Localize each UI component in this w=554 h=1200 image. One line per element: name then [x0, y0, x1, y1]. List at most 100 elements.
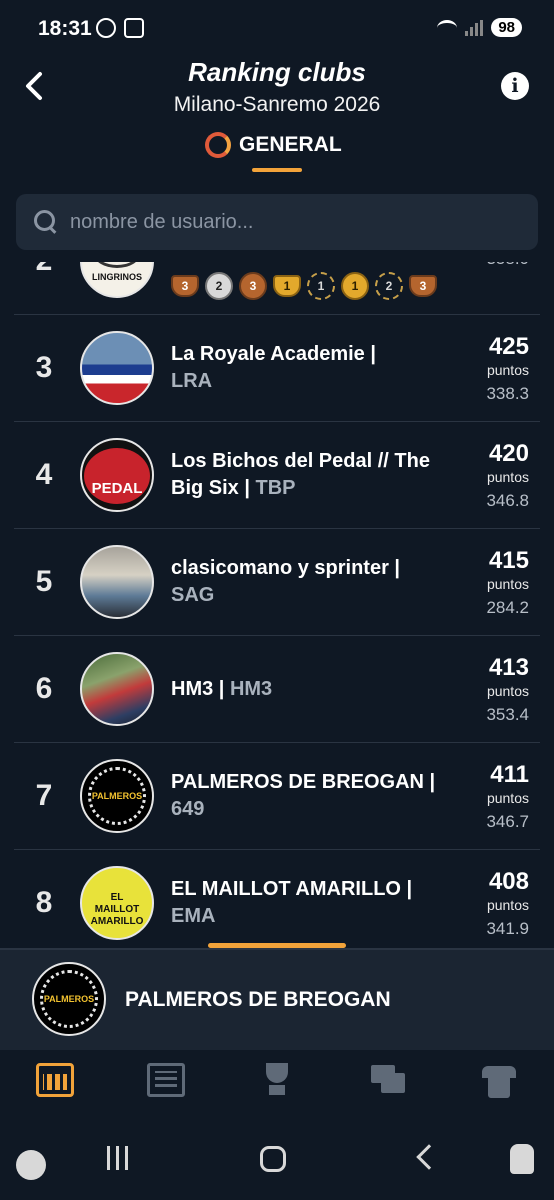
avatar-text: PALMEROS [43, 994, 95, 1004]
status-time: 18:31 [38, 17, 92, 40]
points-value: 408 [488, 868, 529, 895]
scroll-indicator [208, 943, 346, 948]
game-launcher-icon[interactable] [16, 1150, 46, 1180]
home-button[interactable] [260, 1146, 286, 1172]
nav-ranking[interactable] [222, 1050, 333, 1110]
club-avatar: PEDAL [80, 438, 154, 512]
points-label: puntos [486, 362, 529, 378]
avatar-text: PEDAL [91, 480, 143, 497]
club-name-text: EL MAILLOT AMARILLO | [171, 878, 413, 900]
ranking-row[interactable]: 4 PEDAL Los Bichos del Pedal // The Big … [14, 422, 540, 529]
points-label: puntos [486, 469, 529, 485]
tab-label: GENERAL [239, 133, 342, 156]
battery-indicator: 98 [491, 18, 522, 37]
search-icon [34, 210, 58, 234]
points-block: 425 puntos 338.3 [486, 333, 529, 409]
club-name-text: HM3 | [171, 678, 225, 700]
race-subtitle: Milano-Sanremo 2026 [173, 93, 381, 116]
points-secondary: 341.9 [486, 919, 529, 938]
my-club-bar[interactable]: PALMEROS PALMEROS DE BREOGAN [0, 950, 554, 1050]
club-name-text: clasicomano y sprinter | [171, 557, 401, 579]
ranking-row[interactable]: 6 HM3 | HM3 413 puntos 353.4 [14, 636, 540, 743]
club-avatar [80, 545, 154, 619]
club-name-text: La Royale Academie | [171, 343, 376, 365]
points-block: puntos 358.0 [486, 262, 529, 274]
my-club-name: PALMEROS DE BREOGAN [125, 988, 391, 1011]
points-value: 411 [490, 761, 529, 788]
points-value: 415 [488, 547, 529, 574]
points-value: 413 [488, 654, 529, 681]
club-name-text: Los Bichos del Pedal // The Big Six | [171, 450, 430, 499]
notification-icons [96, 18, 144, 38]
points-label: puntos [486, 683, 529, 699]
tab-general[interactable]: GENERAL [205, 132, 342, 158]
system-back-button[interactable] [416, 1144, 442, 1170]
touch-lock-icon[interactable] [510, 1144, 534, 1174]
points-secondary: 346.8 [486, 491, 529, 510]
club-name: PALMEROS DE BREOGAN | 649 [171, 769, 461, 823]
club-name: EL MAILLOT AMARILLO | EMA [171, 876, 461, 930]
nav-chat[interactable] [332, 1050, 443, 1110]
club-abbr: EMA [171, 905, 216, 927]
points-block: 420 puntos 346.8 [486, 440, 529, 516]
page-title: Ranking clubs [188, 57, 366, 87]
points-secondary: 353.4 [486, 705, 529, 724]
status-bar: 18:31 98 [0, 0, 554, 56]
avatar-text: LINGRINOS [91, 272, 142, 282]
club-abbr: SAG [171, 584, 215, 606]
club-avatar [80, 652, 154, 726]
club-avatar: LINGRINOS [80, 262, 154, 298]
points-block: 408 puntos 341.9 [486, 868, 529, 944]
bronze-trophy-icon: 3 [409, 275, 437, 297]
search-input[interactable] [70, 210, 490, 234]
rank-number: 6 [35, 672, 53, 705]
bronze-trophy-icon: 3 [171, 275, 199, 297]
ranking-row[interactable]: 5 clasicomano y sprinter | SAG 415 punto… [14, 529, 540, 636]
club-name: Los Bichos del Pedal // The Big Six | TB… [171, 448, 461, 502]
rank-number: 7 [35, 779, 53, 812]
bronze-medal-icon: 3 [239, 272, 267, 300]
news-icon [147, 1063, 186, 1097]
ranking-row[interactable]: 7 PALMEROS PALMEROS DE BREOGAN | 649 411… [14, 743, 540, 850]
rank-number: 8 [35, 886, 53, 919]
club-avatar: EL MAILLOT AMARILLO [80, 866, 154, 940]
general-ranking-icon [205, 132, 231, 158]
calendar-icon [36, 1063, 75, 1097]
ranking-row[interactable]: 3 La Royale Academie | LRA 425 puntos 33… [14, 315, 540, 422]
ranking-row[interactable]: 8 EL MAILLOT AMARILLO EL MAILLOT AMARILL… [14, 850, 540, 946]
whatsapp-icon [96, 18, 116, 38]
club-avatar: PALMEROS [80, 759, 154, 833]
avatar-text: EL MAILLOT AMARILLO [90, 892, 144, 927]
points-block: 411 puntos 346.7 [486, 761, 529, 837]
rank-number: 5 [35, 565, 53, 598]
recents-button[interactable] [107, 1146, 128, 1170]
silver-medal-icon: 2 [205, 272, 233, 300]
ranking-list[interactable]: 2 LINGRINOS 3 2 3 1 1 1 2 3 puntos 358.0 [0, 262, 554, 946]
club-avatar [80, 331, 154, 405]
signal-icon [465, 19, 484, 36]
club-abbr: HM3 [229, 678, 273, 700]
ranking-row[interactable]: 2 LINGRINOS 3 2 3 1 1 1 2 3 puntos 358.0 [14, 262, 540, 315]
system-indicators: 98 [437, 18, 522, 37]
nav-news[interactable] [111, 1050, 222, 1110]
search-bar[interactable] [16, 194, 538, 250]
club-name-text: PALMEROS DE BREOGAN | [171, 771, 436, 793]
club-name: clasicomano y sprinter | SAG [171, 555, 461, 609]
my-club-avatar: PALMEROS [32, 962, 106, 1036]
points-secondary: 346.7 [486, 812, 529, 831]
trophy-icon [260, 1063, 294, 1097]
wifi-icon [437, 19, 458, 36]
silver-wreath-icon: 2 [375, 272, 403, 300]
system-nav-bar [0, 1110, 554, 1200]
gold-medal-icon: 1 [341, 272, 369, 300]
club-abbr: TBP [255, 477, 296, 499]
rank-number: 4 [35, 458, 53, 491]
screenshot-icon [124, 18, 144, 38]
info-icon[interactable]: i [501, 72, 529, 100]
nav-calendar[interactable] [0, 1050, 111, 1110]
gold-trophy-icon: 1 [273, 275, 301, 297]
points-secondary: 284.2 [486, 598, 529, 617]
points-block: 413 puntos 353.4 [486, 654, 529, 730]
nav-team[interactable] [443, 1050, 554, 1110]
club-name: HM3 | HM3 [171, 676, 461, 703]
